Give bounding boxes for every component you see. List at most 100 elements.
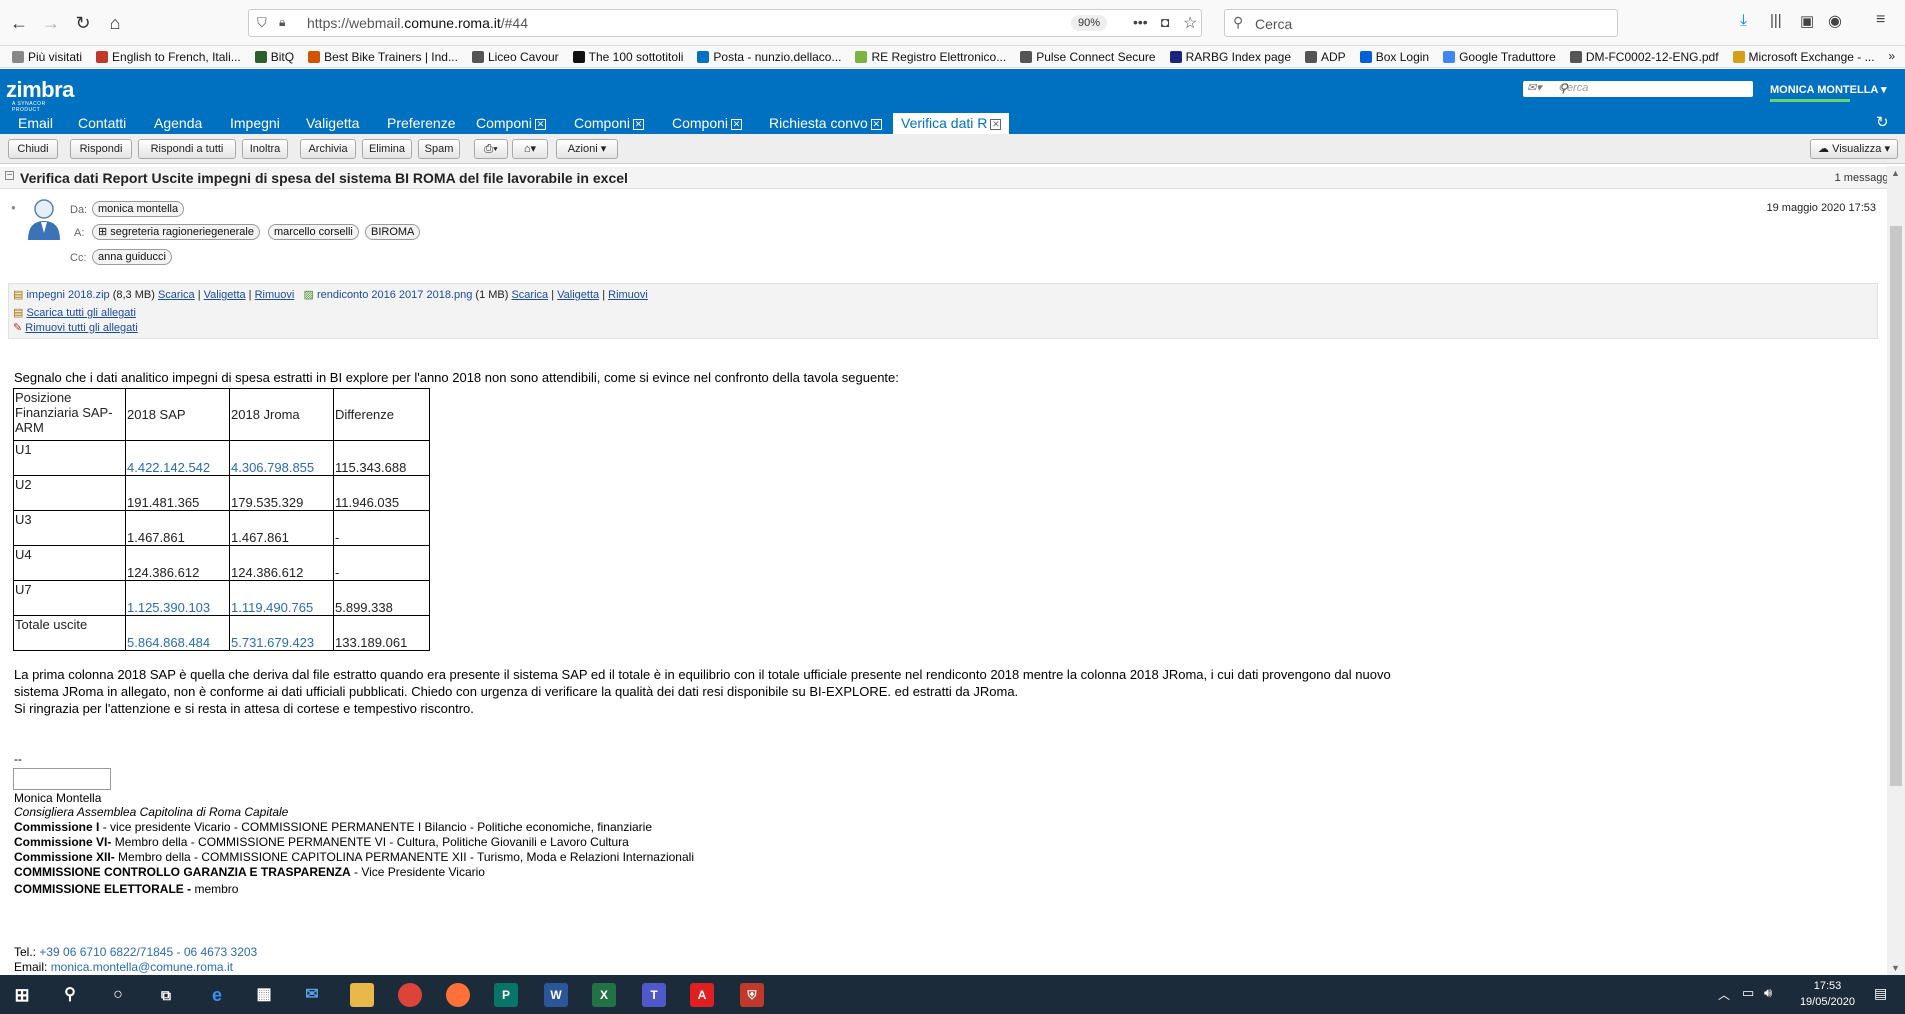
forward-icon[interactable]: → — [38, 10, 64, 36]
zoom-level[interactable]: 90% — [1071, 15, 1108, 31]
browser-search[interactable]: ⚲ Cerca — [1224, 9, 1618, 37]
close-icon[interactable]: ✕ — [731, 118, 743, 130]
print-icon[interactable]: ⎙▾ — [474, 139, 508, 159]
remove-all-link[interactable]: Rimuovi tutti gli allegati — [25, 322, 138, 334]
bookmark-item[interactable]: Posta - nunzio.dellaco... — [697, 50, 841, 64]
bookmark-item[interactable]: DM-FC0002-12-ENG.pdf — [1569, 50, 1719, 64]
archive-button[interactable]: Archivia — [300, 139, 356, 159]
reload-icon[interactable]: ↻ — [70, 10, 96, 36]
tray-chevron-icon[interactable]: ︿ — [1718, 986, 1730, 1003]
file-explorer-icon[interactable] — [350, 983, 374, 1007]
pocket-icon[interactable]: ◘ — [1161, 14, 1169, 30]
tab-tasks[interactable]: Impegni — [230, 113, 280, 134]
search-scope-icon[interactable]: ✉▾ — [1527, 81, 1542, 94]
library-icon[interactable]: ||| — [1770, 12, 1782, 29]
lock-icon[interactable]: 🔒︎ — [279, 15, 285, 30]
zimbra-search-input[interactable]: ✉▾ Cerca ⚲ — [1523, 81, 1753, 97]
reply-all-button[interactable]: Rispondi a tutti — [138, 139, 236, 159]
briefcase-link[interactable]: Valigetta — [557, 289, 599, 301]
bookmark-item[interactable]: RARBG Index page — [1169, 50, 1291, 64]
tab-compose-3[interactable]: Componi ✕ — [672, 113, 743, 134]
download-all-link[interactable]: Scarica tutti gli allegati — [26, 307, 135, 319]
from-pill[interactable]: monica montella — [92, 201, 185, 217]
tab-meeting-request[interactable]: Richiesta convo ✕ — [769, 113, 882, 134]
task-view-icon[interactable]: ⧉ — [154, 983, 178, 1007]
bookmark-item[interactable]: BitQ — [254, 50, 294, 64]
to-pill[interactable]: BIROMA — [365, 224, 421, 240]
system-clock[interactable]: 17:53 19/05/2020 — [1800, 978, 1855, 1010]
bookmark-item[interactable]: ADP — [1305, 50, 1346, 64]
account-icon[interactable]: ◉ — [1828, 11, 1842, 31]
tag-icon[interactable]: ⌂▾ — [512, 139, 548, 159]
remove-link[interactable]: Rimuovi — [608, 289, 648, 301]
acrobat-icon[interactable]: A — [690, 983, 714, 1007]
actions-dropdown[interactable]: Azioni ▾ — [556, 139, 618, 159]
zimbra-logo[interactable]: zimbra A SYNACOR PRODUCT — [6, 77, 74, 113]
bookmarks-overflow-icon[interactable]: » — [1888, 49, 1895, 63]
close-icon[interactable]: ✕ — [870, 118, 882, 130]
bookmark-item[interactable]: Best Bike Trainers | Ind... — [308, 50, 458, 64]
volume-icon[interactable]: 🔊︎ — [1764, 985, 1772, 1001]
tab-calendar[interactable]: Agenda — [154, 113, 202, 134]
search-icon[interactable]: ⚲ — [1559, 81, 1749, 95]
forward-button[interactable]: Inoltra — [242, 139, 288, 159]
home-icon[interactable]: ⌂ — [102, 10, 128, 36]
excel-icon[interactable]: X — [592, 983, 616, 1007]
download-link[interactable]: Scarica — [511, 289, 548, 301]
briefcase-link[interactable]: Valigetta — [204, 289, 246, 301]
close-icon[interactable]: ✕ — [633, 118, 645, 130]
tab-compose-1[interactable]: Componi ✕ — [476, 113, 547, 134]
publisher-icon[interactable]: P — [494, 983, 518, 1007]
close-icon[interactable]: ✕ — [990, 118, 1002, 130]
network-icon[interactable]: ▭ — [1742, 985, 1754, 1001]
email-link[interactable]: monica.montella@comune.roma.it — [51, 960, 233, 974]
teams-icon[interactable]: T — [642, 983, 666, 1007]
scrollbar-thumb[interactable] — [1890, 226, 1902, 786]
attachment-name[interactable]: impegni 2018.zip — [26, 289, 109, 301]
bookmark-item[interactable]: Più visitati — [12, 50, 82, 64]
cc-pill[interactable]: anna guiducci — [92, 249, 172, 265]
delete-button[interactable]: Elimina — [362, 139, 412, 159]
tab-compose-2[interactable]: Componi ✕ — [574, 113, 645, 134]
security-app-icon[interactable]: ⛨ — [740, 983, 764, 1007]
bookmark-item[interactable]: Liceo Cavour — [471, 50, 559, 64]
download-link[interactable]: Scarica — [158, 289, 195, 301]
close-icon[interactable]: ✕ — [535, 118, 547, 130]
tab-briefcase[interactable]: Valigetta — [306, 113, 359, 134]
bookmark-star-icon[interactable]: ☆ — [1183, 13, 1197, 33]
more-icon[interactable]: ••• — [1133, 14, 1148, 30]
tab-preferences[interactable]: Preferenze — [387, 113, 455, 134]
edge-icon[interactable]: e — [205, 983, 229, 1007]
remove-link[interactable]: Rimuovi — [255, 289, 295, 301]
store-icon[interactable]: ▦ — [252, 983, 276, 1007]
refresh-icon[interactable]: ↻ — [1876, 113, 1889, 131]
windows-start-icon[interactable]: ⊞ — [10, 983, 34, 1007]
tab-contacts[interactable]: Contatti — [78, 113, 126, 134]
mail-icon[interactable]: ✉ — [300, 983, 324, 1007]
bookmark-item[interactable]: Box Login — [1359, 50, 1429, 64]
spam-button[interactable]: Spam — [418, 139, 460, 159]
back-icon[interactable]: ← — [6, 10, 32, 36]
phone-link[interactable]: +39 06 6710 6822/71845 - 06 4673 3203 — [39, 945, 257, 959]
user-menu[interactable]: MONICA MONTELLA ▾ — [1770, 83, 1887, 96]
collapse-icon[interactable]: − — [5, 171, 14, 181]
bookmark-item[interactable]: English to French, Itali... — [96, 50, 241, 64]
close-button[interactable]: Chiudi — [8, 139, 58, 159]
chrome-icon[interactable] — [398, 983, 422, 1007]
bookmark-item[interactable]: The 100 sottotitoli — [572, 50, 683, 64]
attachment-name[interactable]: rendiconto 2016 2017 2018.png — [317, 289, 472, 301]
download-icon[interactable]: ⤓ — [1740, 12, 1747, 30]
scroll-up-icon[interactable]: ▲ — [1891, 168, 1900, 178]
scroll-down-icon[interactable]: ▼ — [1891, 963, 1900, 973]
to-pill[interactable]: marcello corselli — [268, 224, 359, 240]
vertical-scrollbar[interactable]: ▲ ▼ — [1887, 166, 1905, 975]
expand-group-icon[interactable]: ⊞ — [98, 226, 107, 238]
url-text[interactable]: https://webmail.comune.roma.it/#44 — [307, 15, 528, 31]
tab-verifica-dati[interactable]: Verifica dati R ✕ — [893, 113, 1010, 134]
bookmark-item[interactable]: RE Registro Elettronico... — [855, 50, 1006, 64]
reply-button[interactable]: Rispondi — [70, 139, 132, 159]
bookmark-item[interactable]: Pulse Connect Secure — [1020, 50, 1156, 64]
search-icon[interactable]: ⚲ — [58, 983, 82, 1007]
tab-email[interactable]: Email — [18, 113, 53, 134]
to-pill-group[interactable]: ⊞ segreteria ragioneriegenerale — [92, 224, 260, 240]
